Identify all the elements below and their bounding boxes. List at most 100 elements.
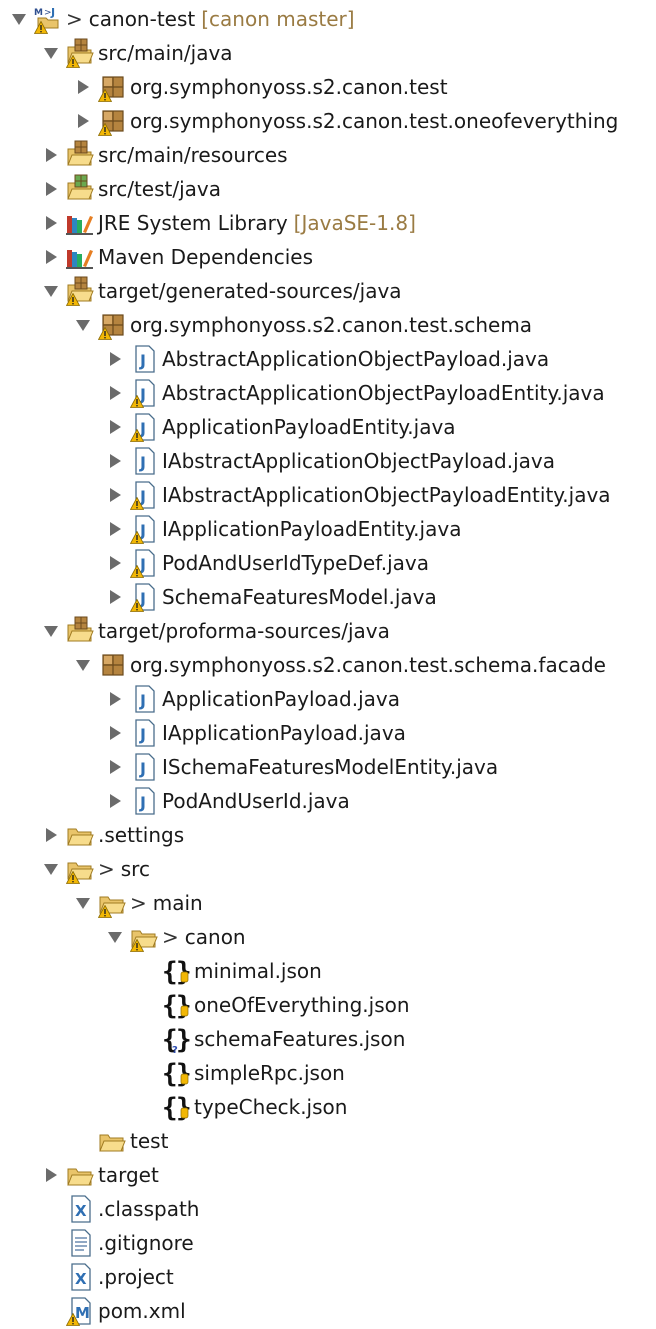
tree-item[interactable]: J AbstractApplicationObjectPayloadEntity.… [0, 376, 656, 410]
collapsed-twisty-icon[interactable] [42, 826, 60, 844]
expanded-twisty-icon[interactable] [106, 928, 124, 946]
tree-item[interactable]: J ISchemaFeaturesModelEntity.java [0, 750, 656, 784]
expanded-twisty-icon[interactable] [74, 894, 92, 912]
tree-item[interactable]: J PodAndUserIdTypeDef.java [0, 546, 656, 580]
tree-item[interactable]: org.symphonyoss.s2.canon.test.schema [0, 308, 656, 342]
tree-item[interactable]: J SchemaFeaturesModel.java [0, 580, 656, 614]
tree-item-label: schemaFeatures.json [194, 1027, 406, 1051]
java-file-icon: J [130, 752, 158, 782]
xml-file-icon: X [66, 1194, 94, 1224]
json-file-icon: {} [162, 990, 192, 1020]
tree-item[interactable]: {} oneOfEverything.json [0, 988, 656, 1022]
expanded-twisty-icon[interactable] [42, 44, 60, 62]
tree-item-label: JRE System Library [98, 211, 288, 235]
tree-item[interactable]: org.symphonyoss.s2.canon.test.oneofevery… [0, 104, 656, 138]
tree-item-label: target/proforma-sources/java [98, 619, 390, 643]
collapsed-twisty-icon[interactable] [42, 214, 60, 232]
tree-item[interactable]: > main [0, 886, 656, 920]
tree-item[interactable]: J ApplicationPayloadEntity.java [0, 410, 656, 444]
svg-text:J: J [139, 691, 146, 710]
folder-icon [130, 922, 158, 952]
tree-item-label: org.symphonyoss.s2.canon.test.oneofevery… [130, 109, 619, 133]
collapsed-twisty-icon[interactable] [106, 758, 124, 776]
tree-item[interactable]: src/main/java [0, 36, 656, 70]
tree-item[interactable]: .settings [0, 818, 656, 852]
collapsed-twisty-icon[interactable] [42, 146, 60, 164]
svg-text:J: J [50, 6, 55, 19]
tree-item-label: .project [98, 1265, 174, 1289]
tree-item[interactable]: J PodAndUserId.java [0, 784, 656, 818]
tree-item-label: ApplicationPayloadEntity.java [162, 415, 456, 439]
tree-item-label: minimal.json [194, 959, 322, 983]
java-file-icon: J [130, 684, 158, 714]
tree-item-label: src/main/java [98, 41, 233, 65]
java-file-icon: J [130, 378, 158, 408]
tree-item[interactable]: target [0, 1158, 656, 1192]
tree-item-label: IApplicationPayload.java [162, 721, 406, 745]
collapsed-twisty-icon[interactable] [106, 792, 124, 810]
collapsed-twisty-icon[interactable] [106, 588, 124, 606]
svg-text:?: ? [172, 1045, 178, 1054]
expanded-twisty-icon[interactable] [74, 316, 92, 334]
tree-item[interactable]: org.symphonyoss.s2.canon.test [0, 70, 656, 104]
tree-item[interactable]: J IApplicationPayload.java [0, 716, 656, 750]
collapsed-twisty-icon[interactable] [74, 112, 92, 130]
tree-item[interactable]: target/generated-sources/java [0, 274, 656, 308]
tree-item[interactable]: src/main/resources [0, 138, 656, 172]
collapsed-twisty-icon[interactable] [106, 724, 124, 742]
expanded-twisty-icon[interactable] [42, 622, 60, 640]
tree-item[interactable]: J IApplicationPayloadEntity.java [0, 512, 656, 546]
tree-item-label: org.symphonyoss.s2.canon.test.schema [130, 313, 533, 337]
collapsed-twisty-icon[interactable] [106, 690, 124, 708]
collapsed-twisty-icon[interactable] [42, 1166, 60, 1184]
tree-item[interactable]: > canon [0, 920, 656, 954]
tree-item[interactable]: JRE System Library [JavaSE-1.8] [0, 206, 656, 240]
tree-item-label: oneOfEverything.json [194, 993, 410, 1017]
tree-item-label: PodAndUserId.java [162, 789, 350, 813]
tree-item[interactable]: Maven Dependencies [0, 240, 656, 274]
tree-item[interactable]: org.symphonyoss.s2.canon.test.schema.fac… [0, 648, 656, 682]
expanded-twisty-icon[interactable] [10, 10, 28, 28]
collapsed-twisty-icon[interactable] [106, 350, 124, 368]
collapsed-twisty-icon[interactable] [42, 180, 60, 198]
tree-item[interactable]: src/test/java [0, 172, 656, 206]
tree-item[interactable]: J AbstractApplicationObjectPayload.java [0, 342, 656, 376]
collapsed-twisty-icon[interactable] [106, 520, 124, 538]
tree-item[interactable]: M > J > canon-test [canon master] [0, 2, 656, 36]
tree-item[interactable]: {} minimal.json [0, 954, 656, 988]
collapsed-twisty-icon[interactable] [74, 78, 92, 96]
tree-item[interactable]: J IAbstractApplicationObjectPayload.java [0, 444, 656, 478]
java-file-icon: J [130, 582, 158, 612]
tree-item[interactable]: > src [0, 852, 656, 886]
tree-item[interactable]: {}? schemaFeatures.json [0, 1022, 656, 1056]
tree-item[interactable]: target/proforma-sources/java [0, 614, 656, 648]
collapsed-twisty-icon[interactable] [106, 486, 124, 504]
collapsed-twisty-icon[interactable] [106, 384, 124, 402]
collapsed-twisty-icon[interactable] [106, 554, 124, 572]
tree-item[interactable]: .gitignore [0, 1226, 656, 1260]
expanded-twisty-icon[interactable] [74, 656, 92, 674]
tree-item[interactable]: J ApplicationPayload.java [0, 682, 656, 716]
java-file-icon: J [130, 446, 158, 476]
source-folder-icon [66, 616, 94, 646]
collapsed-twisty-icon[interactable] [106, 452, 124, 470]
tree-item[interactable]: Mpom.xml [0, 1294, 656, 1328]
svg-text:J: J [139, 351, 146, 370]
expanded-twisty-icon[interactable] [42, 860, 60, 878]
tree-item[interactable]: test [0, 1124, 656, 1158]
expanded-twisty-icon[interactable] [42, 282, 60, 300]
tree-item[interactable]: {} simpleRpc.json [0, 1056, 656, 1090]
svg-text:X: X [75, 1270, 87, 1288]
svg-text:M: M [34, 8, 43, 18]
tree-item[interactable]: J IAbstractApplicationObjectPayloadEntity… [0, 478, 656, 512]
tree-item[interactable]: X .project [0, 1260, 656, 1294]
tree-item[interactable]: {} typeCheck.json [0, 1090, 656, 1124]
collapsed-twisty-icon[interactable] [106, 418, 124, 436]
tree-item-label: AbstractApplicationObjectPayloadEntity.j… [162, 381, 605, 405]
collapsed-twisty-icon[interactable] [42, 248, 60, 266]
tree-item[interactable]: X .classpath [0, 1192, 656, 1226]
tree-item-label: Maven Dependencies [98, 245, 314, 269]
